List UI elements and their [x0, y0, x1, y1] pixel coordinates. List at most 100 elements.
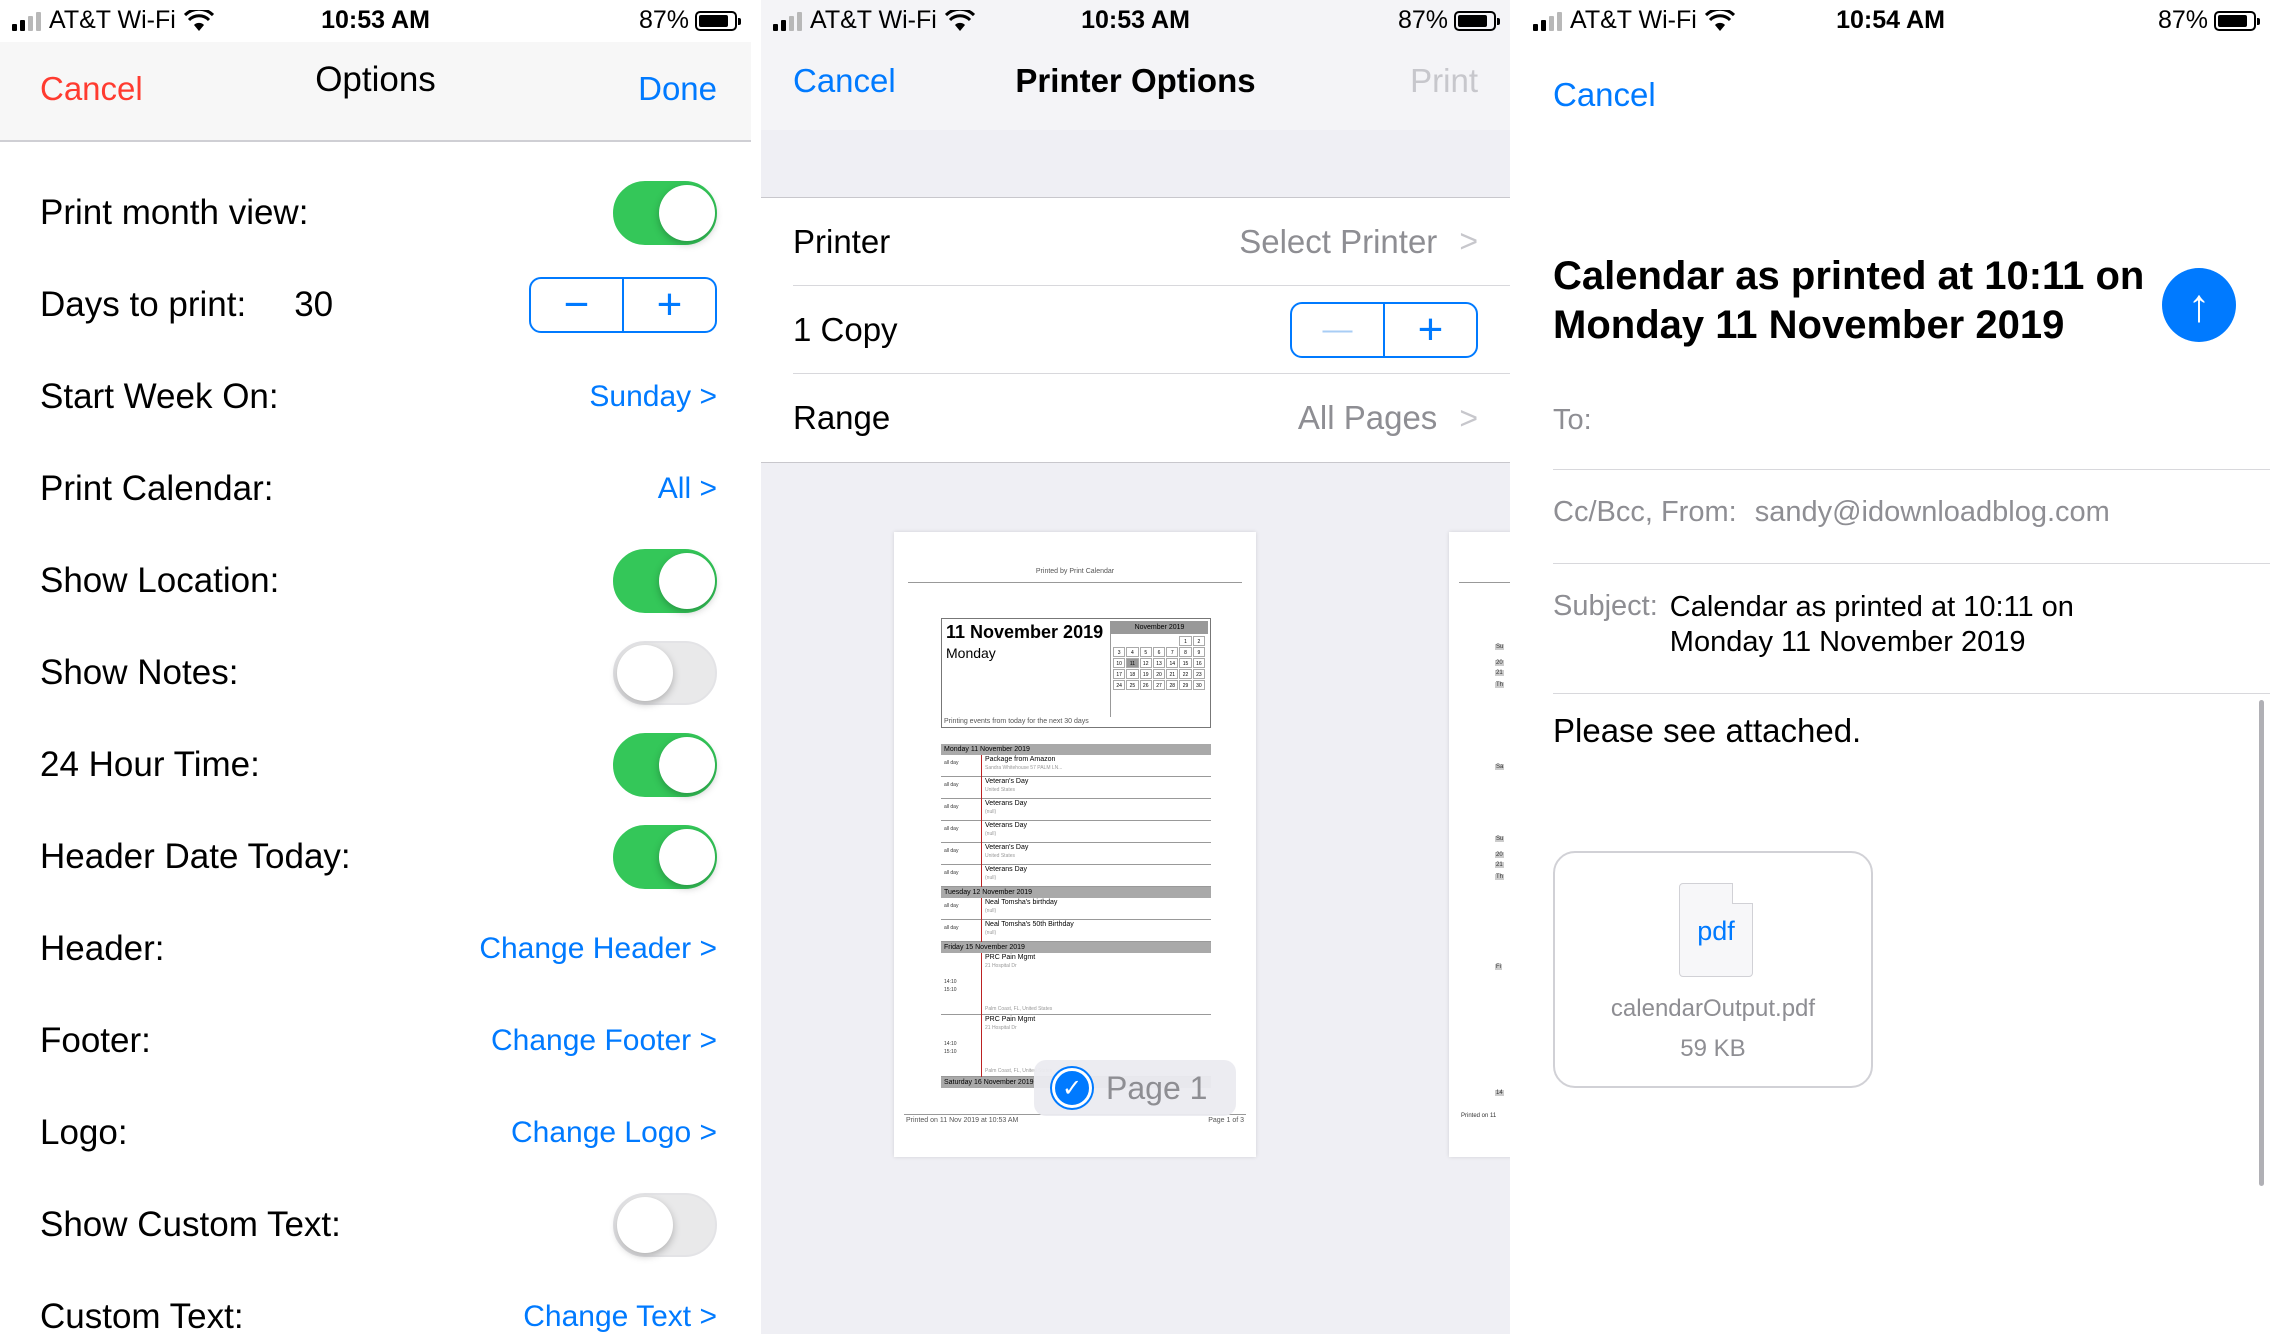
increment-button[interactable]: + — [624, 279, 715, 331]
start-week-value-link[interactable]: Sunday > — [589, 380, 717, 414]
mail-compose-screen: AT&T Wi-Fi 10:54 AM 87% Cancel Calendar … — [1511, 0, 2270, 1334]
mini-day-cell — [1140, 636, 1153, 646]
row-label: 1 Copy — [793, 310, 898, 348]
range-row[interactable]: Range All Pages > — [793, 374, 1510, 462]
mini-day-cell — [1126, 636, 1139, 646]
change-footer-link[interactable]: Change Footer > — [491, 1024, 717, 1058]
print-calendar-value-link[interactable]: All > — [658, 472, 717, 506]
printer-settings-group: Printer Select Printer > 1 Copy — + Rang… — [761, 197, 1510, 463]
page2-label: Fi — [1495, 964, 1502, 970]
copies-stepper: — + — [1290, 301, 1478, 358]
mini-day-cell: 27 — [1152, 680, 1166, 690]
option-show-custom-text: Show Custom Text: — [40, 1190, 717, 1260]
event-subtitle: (null) — [985, 930, 997, 936]
event-subtitle: United States — [985, 853, 1016, 859]
battery-percent: 87% — [1397, 6, 1448, 34]
page2-label: Th — [1495, 682, 1505, 688]
mini-month-title: November 2019 — [1111, 621, 1208, 634]
select-printer-value: Select Printer — [1239, 222, 1438, 260]
battery-icon — [2214, 10, 2260, 31]
show-location-toggle[interactable] — [613, 549, 717, 613]
options-screen: AT&T Wi-Fi 10:53 AM 87% Cancel Options D… — [0, 0, 751, 1334]
event-subtitle: (null) — [985, 875, 997, 881]
mini-day-cell: 29 — [1179, 680, 1192, 690]
page2-label: Su — [1495, 644, 1505, 650]
cancel-button[interactable]: Cancel — [1553, 76, 1656, 114]
show-notes-toggle[interactable] — [613, 641, 717, 705]
option-start-week-on[interactable]: Start Week On: Sunday > — [40, 362, 717, 432]
option-print-calendar[interactable]: Print Calendar: All > — [40, 454, 717, 524]
page2-label: 14 — [1495, 1090, 1504, 1096]
done-button[interactable]: Done — [638, 70, 717, 108]
event-title: Neal Tomsha's 50th Birthday — [985, 921, 1074, 928]
mini-day-cell: 9 — [1192, 647, 1205, 657]
mini-day-cell: 4 — [1126, 647, 1139, 657]
event-list: Monday 11 November 2019 all day Package fr… — [941, 744, 1211, 1088]
page2-label: Sa — [1495, 764, 1505, 770]
mini-day-cell: 17 — [1113, 669, 1126, 679]
increment-button[interactable]: + — [1385, 304, 1476, 356]
subject-field[interactable]: Subject: Calendar as printed at 10:11 on… — [1553, 564, 2270, 694]
subject-line-2: Monday 11 November 2019 — [1669, 626, 2026, 659]
24-hour-time-toggle[interactable] — [613, 733, 717, 797]
print-month-view-toggle[interactable] — [613, 181, 717, 245]
event-title: PRC Pain Mgmt — [985, 1016, 1036, 1023]
options-nav-bar: Cancel Options Done — [0, 42, 751, 142]
attachment-card[interactable]: pdf calendarOutput.pdf 59 KB — [1553, 851, 1873, 1088]
option-label: Print Calendar: — [40, 469, 274, 508]
change-header-link[interactable]: Change Header > — [479, 932, 717, 966]
header-date-today-toggle[interactable] — [613, 825, 717, 889]
decrement-button[interactable]: — — [1292, 303, 1385, 356]
event-title: Neal Tomsha's birthday — [985, 899, 1058, 906]
show-custom-text-toggle[interactable] — [613, 1193, 717, 1257]
option-header[interactable]: Header: Change Header > — [40, 914, 717, 984]
mini-day-cell: 3 — [1113, 647, 1126, 657]
attachment-name: calendarOutput.pdf — [1610, 995, 1816, 1022]
mini-day-cell: 23 — [1192, 669, 1205, 679]
change-text-link[interactable]: Change Text > — [523, 1300, 717, 1334]
mail-body-text[interactable]: Please see attached. — [1553, 712, 1861, 750]
status-bar: AT&T Wi-Fi 10:54 AM 87% — [1511, 0, 2270, 42]
mini-day-cell: 12 — [1139, 658, 1152, 668]
page-preview-2[interactable]: Su 20 21 Th Sa Su 20 21 Th Fi 14 Printed on 11 — [1449, 532, 1510, 1157]
scrollbar[interactable] — [2259, 700, 2264, 1186]
chevron-right-icon: > — [1459, 399, 1478, 436]
send-button[interactable]: ↑ — [2162, 268, 2236, 342]
from-address: sandy@idownloadblog.com — [1754, 496, 2110, 528]
mini-day-cell: 28 — [1166, 680, 1179, 690]
page-indicator: ✓ Page 1 — [1034, 1060, 1236, 1116]
option-logo[interactable]: Logo: Change Logo > — [40, 1098, 717, 1168]
event-subtitle: (null) — [985, 908, 997, 914]
nav-title: Printer Options — [1015, 62, 1256, 99]
print-button[interactable]: Print — [1410, 62, 1478, 100]
mini-day-cell: 21 — [1166, 669, 1179, 679]
preview-footer-right: Page 1 of 3 — [1208, 1117, 1244, 1124]
change-logo-link[interactable]: Change Logo > — [511, 1116, 717, 1150]
event-time-end: 15:10 — [944, 1049, 957, 1055]
cc-bcc-from-field[interactable]: Cc/Bcc, From: sandy@idownloadblog.com — [1553, 470, 2270, 564]
printer-row[interactable]: Printer Select Printer > — [793, 198, 1510, 286]
status-bar: AT&T Wi-Fi 10:53 AM 87% — [761, 0, 1510, 42]
event-row: all day Veterans Day (null) — [941, 799, 1211, 821]
option-days-to-print: Days to print: 30 − + — [40, 270, 717, 340]
option-custom-text[interactable]: Custom Text: Change Text > — [40, 1282, 717, 1334]
option-label: Custom Text: — [40, 1297, 244, 1334]
to-field[interactable]: To: — [1553, 390, 2270, 470]
mini-day-cell: 5 — [1139, 647, 1152, 657]
option-footer[interactable]: Footer: Change Footer > — [40, 1006, 717, 1076]
page2-label: Su — [1495, 836, 1505, 842]
range-value: All Pages — [1297, 399, 1438, 436]
mini-day-cell: 24 — [1113, 680, 1126, 690]
mini-day-cell: 14 — [1166, 658, 1179, 668]
page2-label: 21 — [1495, 862, 1504, 868]
decrement-button[interactable]: − — [531, 279, 624, 331]
event-title: Veteran's Day — [985, 844, 1029, 851]
page2-label: 20 — [1495, 660, 1504, 666]
event-time: 14:10 — [944, 979, 957, 985]
option-label: Days to print: — [40, 285, 247, 324]
mini-day-cell: 13 — [1152, 658, 1166, 668]
subject-label: Subject: — [1553, 590, 1658, 622]
row-label: Printer — [793, 222, 891, 260]
event-time: all day — [944, 826, 959, 832]
printer-nav-bar: Cancel Printer Options Print — [761, 42, 1510, 130]
